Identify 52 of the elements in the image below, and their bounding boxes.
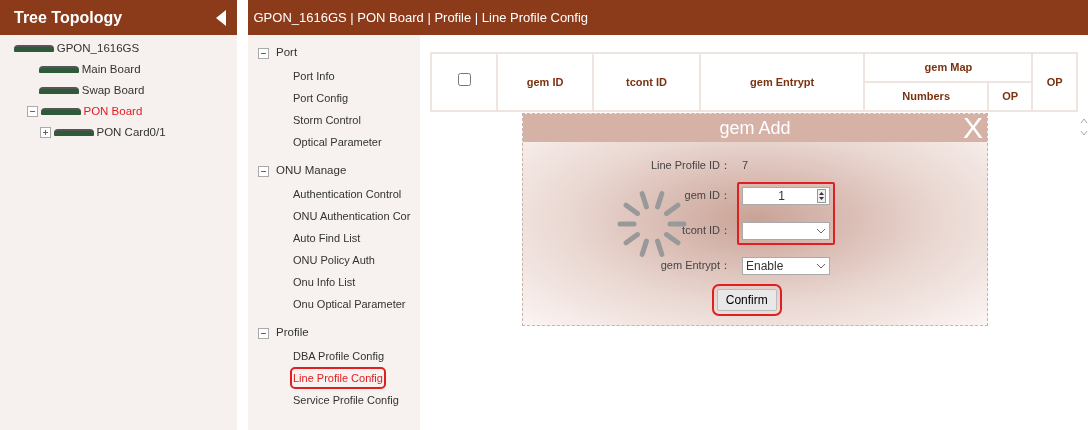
checkbox[interactable] xyxy=(457,73,471,87)
menu-item[interactable]: Auto Find List xyxy=(293,229,361,247)
menu-item[interactable]: Service Profile Config xyxy=(293,391,399,409)
column-header: gem ID xyxy=(526,75,564,88)
menu-item[interactable]: DBA Profile Config xyxy=(293,347,385,365)
menu-item[interactable]: Onu Info List xyxy=(293,273,356,291)
menu-item[interactable]: ONU Policy Auth xyxy=(293,251,375,269)
field-label: gem ID： xyxy=(684,189,731,202)
column-header: Numbers xyxy=(902,90,951,103)
column-header: gem Entrypt xyxy=(750,75,815,88)
menu-group[interactable]: Port xyxy=(276,44,298,62)
collapse-icon[interactable] xyxy=(216,9,226,26)
tree-node[interactable]: GPON_1616GS xyxy=(56,39,140,57)
field-label: Line Profile ID： xyxy=(650,158,731,171)
breadcrumb: GPON_1616GS | PON Board | Profile | Line Profile Config xyxy=(253,8,589,27)
menu-item[interactable]: Optical Parameter xyxy=(293,133,382,151)
board-icon xyxy=(53,128,94,136)
spin-arrows-icon[interactable] xyxy=(817,186,826,205)
menu-item[interactable]: Onu Optical Parameter xyxy=(293,295,406,313)
field-label: tcont ID： xyxy=(682,224,731,237)
collapse-icon[interactable] xyxy=(258,327,269,339)
collapse-icon[interactable] xyxy=(258,47,269,59)
board-icon xyxy=(14,44,54,52)
tree-node[interactable]: PON Card0/1 xyxy=(96,123,166,141)
select-field[interactable]: Enable xyxy=(742,256,830,275)
menu-group[interactable]: Profile xyxy=(276,324,309,342)
board-icon xyxy=(39,86,79,94)
dialog-title: gem Add xyxy=(719,118,791,138)
tree-node[interactable]: PON Board xyxy=(83,102,143,120)
number-field[interactable]: 1 xyxy=(742,186,830,205)
select-field[interactable] xyxy=(742,221,830,240)
expand-icon[interactable] xyxy=(40,126,51,138)
column-header: gem Map xyxy=(924,61,973,74)
field-label: gem Entrypt： xyxy=(660,259,731,272)
board-icon xyxy=(40,107,81,115)
column-header: OP xyxy=(1002,90,1019,103)
menu-group[interactable]: ONU Manage xyxy=(276,162,347,180)
column-header: tcont ID xyxy=(626,75,667,88)
menu-item[interactable]: Storm Control xyxy=(293,111,361,129)
board-icon xyxy=(39,65,79,73)
tree-node[interactable]: Swap Board xyxy=(81,81,145,99)
menu-item[interactable]: Authentication Control xyxy=(293,185,402,203)
menu-item[interactable]: Port Config xyxy=(293,89,349,107)
collapse-icon[interactable] xyxy=(27,105,38,117)
field-value: 7 xyxy=(742,157,749,173)
menu-item[interactable]: Port Info xyxy=(293,67,335,85)
column-header: OP xyxy=(1046,75,1063,88)
menu-item[interactable]: Line Profile Config xyxy=(293,369,383,387)
menu-item[interactable]: ONU Authentication Cor xyxy=(293,207,411,225)
tree-node[interactable]: Main Board xyxy=(81,60,141,78)
panel-title: Tree Topology xyxy=(14,7,123,28)
collapse-icon[interactable] xyxy=(258,165,269,177)
